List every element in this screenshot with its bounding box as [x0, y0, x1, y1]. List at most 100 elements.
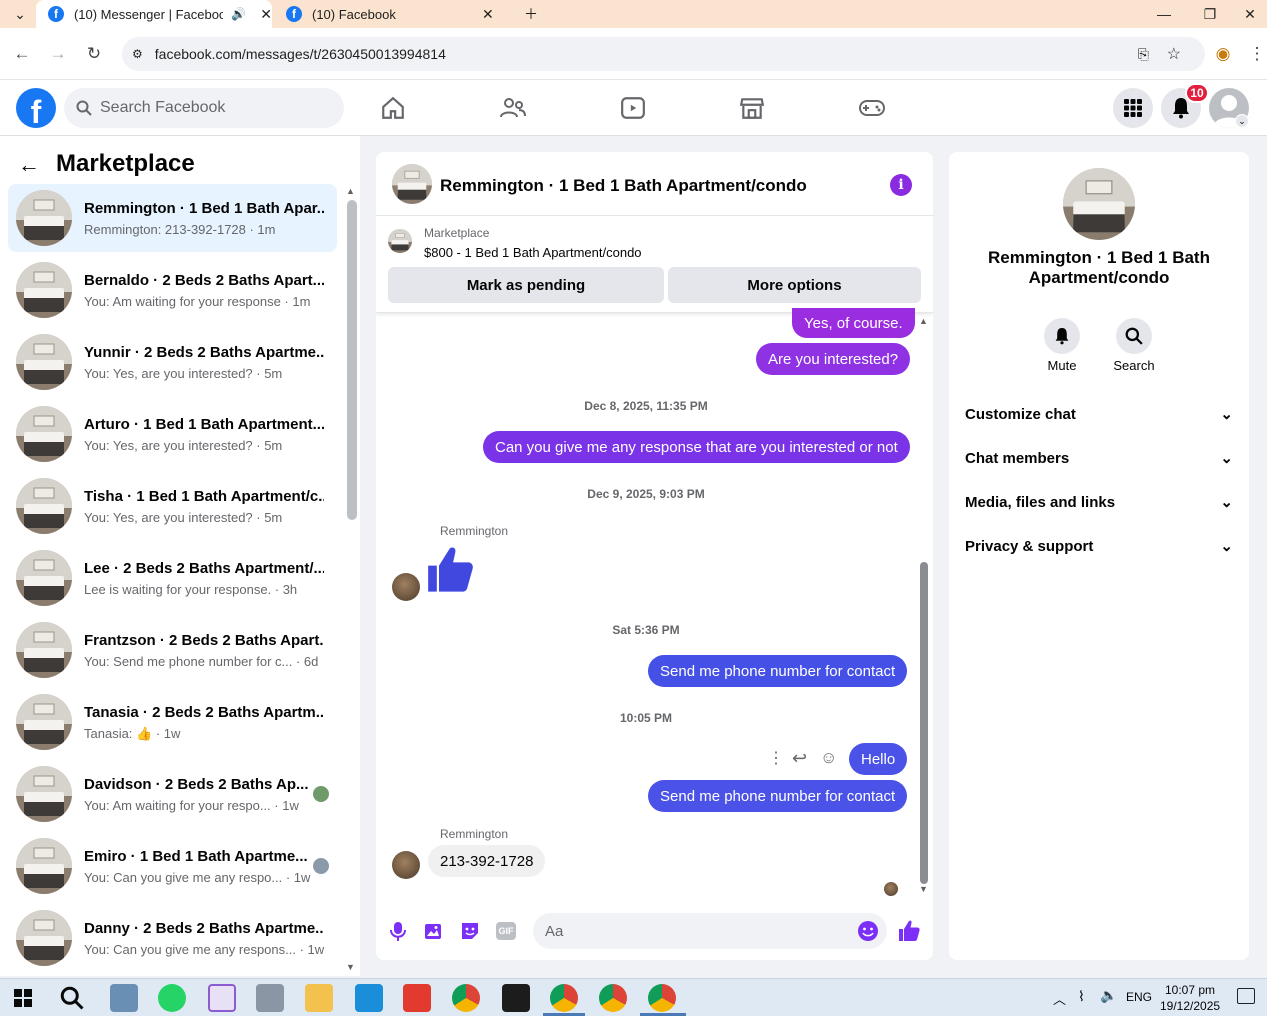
more-options-button[interactable]: More options	[668, 267, 921, 303]
tab-close-icon[interactable]: ✕	[482, 6, 494, 23]
react-icon[interactable]: ☺	[820, 748, 837, 768]
scroll-down-icon[interactable]: ▼	[919, 884, 928, 894]
conversation-item[interactable]: Bernaldo · 2 Beds 2 Baths Apart... You: A…	[8, 256, 337, 324]
reload-icon[interactable]: ↻	[82, 42, 106, 66]
tab-messenger[interactable]: f (10) Messenger | Facebook 🔊 ✕	[36, 0, 272, 28]
conversation-item[interactable]: Yunnir · 2 Beds 2 Baths Apartme... You: Y…	[8, 328, 337, 396]
privacy-support-section[interactable]: Privacy & support ⌄	[965, 524, 1233, 568]
conversation-item[interactable]: Remmington · 1 Bed 1 Bath Apar... Remming…	[8, 184, 337, 252]
profile-icon[interactable]: ◉	[1211, 42, 1235, 66]
conversation-item[interactable]: Lee · 2 Beds 2 Baths Apartment/... Lee is…	[8, 544, 337, 612]
chat-title[interactable]: Remmington · 1 Bed 1 Bath Apartment/cond…	[440, 176, 807, 196]
left-scrollbar[interactable]	[347, 200, 357, 520]
chrome-profile-icon[interactable]	[599, 984, 627, 1012]
conversation-item[interactable]: Tanasia · 2 Beds 2 Baths Apartm... Tanasi…	[8, 688, 337, 756]
video-icon[interactable]	[613, 88, 653, 128]
tab-search-chevron-icon[interactable]: ⌄	[0, 0, 40, 28]
thumbs-up-icon[interactable]	[426, 544, 478, 596]
incoming-message[interactable]: 213-392-1728	[428, 845, 546, 877]
chrome-icon[interactable]	[452, 984, 480, 1012]
outgoing-message[interactable]: Send me phone number for contact	[648, 780, 908, 812]
home-icon[interactable]	[373, 88, 413, 128]
back-icon[interactable]: ←	[10, 42, 34, 66]
gaming-icon[interactable]	[852, 88, 892, 128]
whatsapp-icon[interactable]	[158, 984, 186, 1012]
notifications-icon[interactable]	[1237, 988, 1255, 1004]
language-indicator[interactable]: ENG	[1126, 990, 1152, 1004]
conversation-item[interactable]: Frantzson · 2 Beds 2 Baths Apart... You: …	[8, 616, 337, 684]
photo-icon[interactable]	[424, 921, 444, 941]
marketplace-icon[interactable]	[732, 88, 772, 128]
outgoing-message[interactable]: Yes, of course.	[792, 308, 915, 338]
minimize-icon[interactable]: —	[1141, 0, 1187, 28]
profile-thumbnail[interactable]	[1063, 168, 1135, 240]
windows-start-icon[interactable]	[14, 989, 32, 1007]
scroll-up-icon[interactable]: ▲	[346, 186, 355, 196]
calculator-icon[interactable]	[256, 984, 284, 1012]
outgoing-message[interactable]: Send me phone number for contact	[648, 655, 908, 687]
bookmark-star-icon[interactable]: ☆	[1167, 44, 1181, 64]
account-chevron-icon[interactable]: ⌄	[1235, 114, 1249, 128]
window-close-icon[interactable]: ✕	[1233, 0, 1267, 28]
install-app-icon[interactable]: ⎘	[1138, 46, 1149, 63]
back-arrow-icon[interactable]: ←	[18, 152, 40, 178]
listing-title[interactable]: $800 - 1 Bed 1 Bath Apartment/condo	[424, 245, 642, 260]
site-info-icon[interactable]: ⚙	[132, 47, 143, 61]
sender-avatar[interactable]	[392, 573, 420, 601]
network-icon[interactable]: ⌇	[1078, 988, 1085, 1005]
system-tray-chevron-icon[interactable]: ︿	[1053, 989, 1066, 1008]
facebook-logo-icon[interactable]: f	[16, 88, 56, 128]
message-input[interactable]: Aa	[533, 913, 887, 949]
reply-icon[interactable]: ↩	[792, 748, 807, 769]
tab-close-icon[interactable]: ✕	[260, 6, 272, 23]
emoji-icon[interactable]	[857, 920, 879, 942]
sticky-notes-icon[interactable]	[502, 984, 530, 1012]
outgoing-message[interactable]: Are you interested?	[756, 343, 911, 375]
media-files-section[interactable]: Media, files and links ⌄	[965, 480, 1233, 524]
microphone-icon[interactable]	[390, 921, 406, 941]
conversation-item[interactable]: Danny · 2 Beds 2 Baths Apartme... You: Ca…	[8, 904, 337, 972]
like-send-icon[interactable]	[898, 919, 922, 943]
sender-avatar[interactable]	[392, 851, 420, 879]
search-input[interactable]: Search Facebook	[64, 88, 344, 128]
chat-scrollbar[interactable]	[920, 562, 928, 884]
conversation-item[interactable]: Tisha · 1 Bed 1 Bath Apartment/c... You: …	[8, 472, 337, 540]
more-actions-icon[interactable]: ⋮	[768, 748, 784, 768]
app-icon[interactable]	[403, 984, 431, 1012]
new-tab-icon[interactable]: ＋	[508, 0, 554, 28]
gif-icon[interactable]: GIF	[496, 922, 516, 940]
mute-button[interactable]	[1044, 318, 1080, 354]
friends-icon[interactable]	[493, 88, 533, 128]
app-icon[interactable]	[355, 984, 383, 1012]
chrome-profile-icon[interactable]	[550, 984, 578, 1012]
outgoing-message[interactable]: Can you give me any response that are yo…	[483, 431, 910, 463]
menu-grid-icon[interactable]	[1113, 88, 1153, 128]
chat-listing-thumbnail[interactable]	[392, 164, 432, 204]
sticker-icon[interactable]	[460, 921, 480, 941]
conversation-name: Remmington · 1 Bed 1 Bath Apar...	[84, 200, 324, 217]
chrome-profile-active-icon[interactable]	[648, 984, 676, 1012]
customize-chat-section[interactable]: Customize chat ⌄	[965, 392, 1233, 436]
info-icon[interactable]: i	[890, 174, 912, 196]
file-explorer-icon[interactable]	[305, 984, 333, 1012]
mark-pending-button[interactable]: Mark as pending	[388, 267, 664, 303]
tab-facebook[interactable]: f (10) Facebook ✕	[286, 0, 506, 28]
search-icon[interactable]	[60, 986, 84, 1010]
speaker-icon[interactable]: 🔊	[231, 7, 246, 21]
restore-icon[interactable]: ❐	[1187, 0, 1233, 28]
outgoing-message[interactable]: Hello	[849, 743, 908, 775]
chat-members-section[interactable]: Chat members ⌄	[965, 436, 1233, 480]
forward-icon[interactable]: →	[46, 42, 70, 66]
conversation-item[interactable]: Davidson · 2 Beds 2 Baths Ap... You: Am w…	[8, 760, 337, 828]
volume-icon[interactable]: 🔈	[1100, 987, 1117, 1004]
scroll-down-icon[interactable]: ▼	[346, 962, 355, 972]
browser-menu-icon[interactable]: ⋮	[1245, 42, 1267, 66]
photos-app-icon[interactable]	[110, 984, 138, 1012]
search-conversation-button[interactable]	[1116, 318, 1152, 354]
scroll-up-icon[interactable]: ▲	[919, 316, 928, 326]
clock[interactable]: 10:07 pm 19/12/2025	[1160, 982, 1220, 1014]
app-icon[interactable]	[208, 984, 236, 1012]
conversation-item[interactable]: Emiro · 1 Bed 1 Bath Apartme... You: Can …	[8, 832, 337, 900]
url-field[interactable]: ⚙ facebook.com/messages/t/26304500139948…	[122, 37, 1205, 71]
conversation-item[interactable]: Arturo · 1 Bed 1 Bath Apartment... You: Y…	[8, 400, 337, 468]
